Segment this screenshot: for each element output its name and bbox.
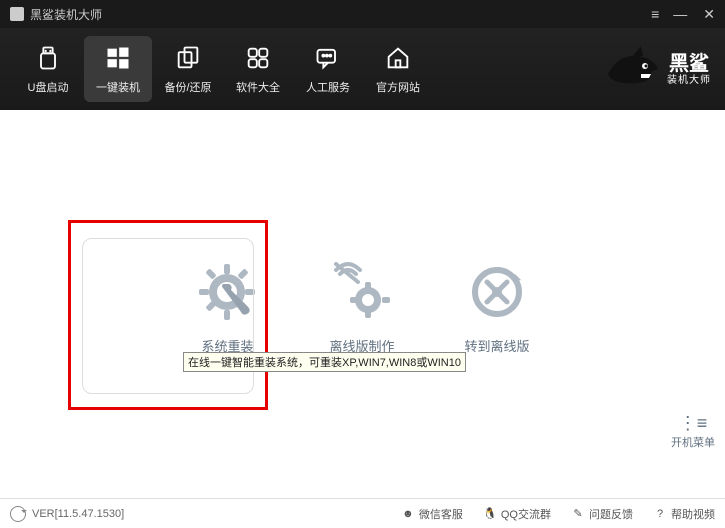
nav-label: 一键装机 xyxy=(96,79,140,95)
tooltip: 在线一键智能重装系统，可重装XP,WIN7,WIN8或WIN10 xyxy=(183,352,466,372)
refresh-icon[interactable] xyxy=(10,506,26,522)
logo-small: 装机大师 xyxy=(667,75,711,86)
nav-website[interactable]: 官方网站 xyxy=(364,36,432,102)
nav-label: 软件大全 xyxy=(236,79,280,95)
help-icon: ? xyxy=(653,507,667,521)
toolbar: U盘启动 一键装机 备份/还原 软件大全 人工服务 官方网站 黑鲨 xyxy=(0,28,725,110)
nav-label: 备份/还原 xyxy=(164,79,211,95)
status-qq[interactable]: 🐧 QQ交流群 xyxy=(483,506,551,522)
refresh-tool-icon xyxy=(465,260,529,324)
logo-big: 黑鲨 xyxy=(667,53,711,75)
list-icon: ⋮≡ xyxy=(679,414,708,432)
status-label: 帮助视频 xyxy=(671,506,715,522)
status-feedback[interactable]: ✎ 问题反馈 xyxy=(571,506,633,522)
nav-support[interactable]: 人工服务 xyxy=(294,36,362,102)
nav-backup-restore[interactable]: 备份/还原 xyxy=(154,36,222,102)
close-button[interactable]: ✕ xyxy=(703,6,715,23)
shark-icon xyxy=(603,44,663,94)
nav-software[interactable]: 软件大全 xyxy=(224,36,292,102)
statusbar: VER[11.5.47.1530] ☻ 微信客服 🐧 QQ交流群 ✎ 问题反馈 … xyxy=(0,498,725,528)
option-goto-offline[interactable]: 转到离线版 xyxy=(465,260,530,355)
windows-icon xyxy=(103,43,133,73)
window-controls: ≡ — ✕ xyxy=(651,6,715,23)
nav-one-click-install[interactable]: 一键装机 xyxy=(84,36,152,102)
menu-icon[interactable]: ≡ xyxy=(651,6,657,22)
home-icon xyxy=(383,43,413,73)
version-label: VER[11.5.47.1530] xyxy=(32,508,124,520)
chat-icon xyxy=(313,43,343,73)
usb-icon xyxy=(33,43,63,73)
wechat-icon: ☻ xyxy=(401,507,415,521)
status-wechat[interactable]: ☻ 微信客服 xyxy=(401,506,463,522)
status-label: 微信客服 xyxy=(419,506,463,522)
nav-label: 官方网站 xyxy=(376,79,420,95)
nav-label: 人工服务 xyxy=(306,79,350,95)
app-icon xyxy=(10,7,24,21)
minimize-button[interactable]: — xyxy=(673,6,687,22)
nav-usb-boot[interactable]: U盘启动 xyxy=(14,36,82,102)
option-offline-make[interactable]: 离线版制作 xyxy=(329,260,394,355)
logo: 黑鲨 装机大师 xyxy=(603,44,711,94)
qq-icon: 🐧 xyxy=(483,507,497,521)
copy-icon xyxy=(173,43,203,73)
boot-menu-button[interactable]: ⋮≡ 开机菜单 xyxy=(671,414,715,450)
offline-make-icon xyxy=(330,260,394,324)
status-label: QQ交流群 xyxy=(501,506,551,522)
boot-menu-label: 开机菜单 xyxy=(671,434,715,450)
feedback-icon: ✎ xyxy=(571,507,585,521)
main-area: 系统重装 离线版制作 转到离线版 在线一键智能重装系统，可重装XP,WIN7,W… xyxy=(0,110,725,490)
option-label: 转到离线版 xyxy=(465,336,530,355)
status-label: 问题反馈 xyxy=(589,506,633,522)
apps-icon xyxy=(243,43,273,73)
nav-label: U盘启动 xyxy=(28,79,69,95)
status-help[interactable]: ? 帮助视频 xyxy=(653,506,715,522)
app-title: 黑鲨装机大师 xyxy=(30,6,651,23)
titlebar: 黑鲨装机大师 ≡ — ✕ xyxy=(0,0,725,28)
